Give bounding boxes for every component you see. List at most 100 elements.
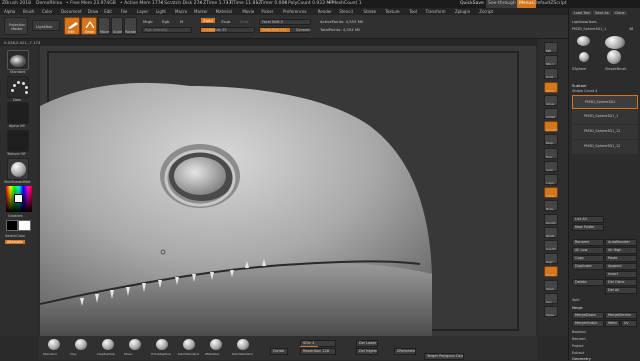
shelf-transp-button[interactable]: Transp xyxy=(544,266,558,278)
remesh-header[interactable]: Remesh xyxy=(572,337,586,341)
delete-button[interactable]: Delete xyxy=(572,279,604,286)
zsub-button[interactable]: Zsub xyxy=(221,19,230,24)
insert-button[interactable]: Insert xyxy=(605,271,637,278)
menu-file[interactable]: File xyxy=(121,8,128,15)
rgb-intensity-slider[interactable]: Rgb Intensity xyxy=(142,27,192,33)
focal-shift-slider[interactable]: Focal Shift 0 xyxy=(259,19,311,25)
menu-light[interactable]: Light xyxy=(156,8,166,15)
append-button[interactable]: Append xyxy=(605,263,637,270)
mrgb-button[interactable]: Mrgb xyxy=(143,19,153,24)
shelf-persp-button[interactable]: Persp xyxy=(544,134,558,146)
brush-trimadaptive-button[interactable]: TrimAdaptive xyxy=(150,337,174,359)
merge-similar-button[interactable]: MergeSimilar xyxy=(605,312,637,319)
brush-damstandard-button[interactable]: DamStandard xyxy=(231,337,255,359)
duplicate-button[interactable]: Duplicate xyxy=(572,263,604,270)
merge-header[interactable]: Merge xyxy=(572,306,583,310)
split-header[interactable]: Split xyxy=(572,298,580,302)
menu-zscript[interactable]: Zscript xyxy=(479,8,493,15)
shelf-l-sym-button[interactable]: L.Sym xyxy=(544,174,558,185)
copy-button[interactable]: Copy xyxy=(572,255,604,262)
shelf-solo-button[interactable]: Solo xyxy=(544,292,558,304)
del-lower-button[interactable]: Del Lower xyxy=(356,340,378,347)
main-color-swatch[interactable] xyxy=(6,220,18,231)
move-button[interactable]: Move xyxy=(98,17,110,35)
brush-claybuildup-button[interactable]: ClayBuildup xyxy=(96,337,120,359)
gradient-toggle[interactable]: Gradient xyxy=(8,214,23,218)
menu-macro[interactable]: Macro xyxy=(175,8,187,15)
shelf-floor-button[interactable]: Floor xyxy=(544,147,558,159)
all-high-button[interactable]: All High xyxy=(605,247,637,254)
shelf-bpr-button[interactable]: BPR xyxy=(544,42,558,53)
all-low-button[interactable]: All Low xyxy=(572,247,604,254)
menu-document[interactable]: Document xyxy=(61,8,82,15)
alternate-button[interactable]: Alternate xyxy=(5,240,25,244)
shelf-actual-button[interactable]: Actual xyxy=(544,94,558,106)
projection-master-button[interactable]: Projection Master xyxy=(4,17,28,35)
target-polygons-slider[interactable]: Target Polygons Count 2 xyxy=(424,353,464,360)
menu-movie[interactable]: Movie xyxy=(242,8,254,15)
subtool-item[interactable]: PM3D_Sphere3D1_12 xyxy=(572,125,638,139)
shelf-polyf-button[interactable]: PolyF xyxy=(544,253,558,265)
shelf-aahalf-button[interactable]: AAHalf xyxy=(544,108,558,119)
menu-edit[interactable]: Edit xyxy=(104,8,112,15)
menu-stencil[interactable]: Stencil xyxy=(339,8,353,15)
menu-texture[interactable]: Texture xyxy=(385,8,400,15)
zcut-button[interactable]: Zcut xyxy=(240,19,249,24)
rotate-button[interactable]: Rotate xyxy=(124,17,137,35)
viewport-canvas[interactable] xyxy=(40,46,536,336)
menu-layer[interactable]: Layer xyxy=(137,8,148,15)
brush-selector[interactable] xyxy=(7,50,29,70)
boolean-header[interactable]: Boolean xyxy=(572,330,586,334)
shelf-dynamic-button[interactable]: Dynamic xyxy=(544,121,558,133)
shelf-zoomd-button[interactable]: ZoomD xyxy=(544,213,558,225)
scale-button[interactable]: Scale xyxy=(111,17,123,35)
clone-button[interactable]: Clone xyxy=(613,11,627,15)
switch-color-button[interactable]: SwitchColor xyxy=(5,234,25,238)
menu-stroke[interactable]: Stroke xyxy=(363,8,376,15)
texture-selector[interactable] xyxy=(7,130,29,152)
shelf-move-button[interactable]: Move xyxy=(544,200,558,212)
shelf-line-fill-button[interactable]: Line Fill xyxy=(544,240,558,251)
brush-damstandard-button[interactable]: DamStandard xyxy=(177,337,201,359)
shelf-zoom-button[interactable]: Zoom xyxy=(544,81,558,93)
shelf-xpose-button[interactable]: Xpose xyxy=(544,306,558,317)
shelf-local-button[interactable]: Local xyxy=(544,160,558,172)
geometry-header[interactable]: Geometry xyxy=(572,356,591,361)
del-all-button[interactable]: Del All xyxy=(605,287,637,294)
project-header[interactable]: Project xyxy=(572,344,584,348)
subtool-item-active[interactable]: PM3D_Sphere3D1 xyxy=(572,95,638,109)
del-other-button[interactable]: Del Other xyxy=(605,279,637,286)
menu-zplugin[interactable]: Zplugin xyxy=(455,8,470,15)
dynamesh-resolution-slider[interactable]: Resolution 128 xyxy=(300,348,336,355)
brush-move-button[interactable]: Move xyxy=(123,337,147,359)
tool-thumb-icon[interactable] xyxy=(605,36,625,49)
merge-visible-button[interactable]: MergeVisible xyxy=(572,320,604,327)
menu-color[interactable]: Color xyxy=(42,8,52,15)
save-as-button[interactable]: Save As xyxy=(593,11,611,15)
material-selector[interactable] xyxy=(7,158,29,180)
menus-toggle[interactable]: Menus xyxy=(517,0,536,8)
brush-clay-button[interactable]: Clay xyxy=(69,337,93,359)
shelf-scroll-button[interactable]: Scroll xyxy=(544,68,558,80)
list-all-button[interactable]: List All xyxy=(572,216,604,223)
z-intensity-slider[interactable]: Z Intensity 25 xyxy=(200,27,255,33)
uv-button[interactable]: Uv xyxy=(621,320,637,327)
dynamic-toggle[interactable]: Dynamic xyxy=(296,28,311,32)
tool-thumb-icon[interactable] xyxy=(607,50,621,64)
subtool-header[interactable]: Subtool xyxy=(572,83,586,88)
secondary-color-swatch[interactable] xyxy=(18,220,31,231)
alpha-selector[interactable] xyxy=(7,102,29,124)
default-zscript[interactable]: DefaultZScript xyxy=(534,0,567,8)
autoreorder-button[interactable]: AutoReorder xyxy=(605,239,637,246)
draw-button[interactable]: Draw xyxy=(81,17,97,35)
subtool-item[interactable]: PM3D_Sphere3D1_12 xyxy=(572,140,638,154)
shelf-rotate-button[interactable]: Rotate xyxy=(544,226,558,238)
menu-picker[interactable]: Picker xyxy=(261,8,273,15)
brush-standard-button[interactable]: Standard xyxy=(42,337,66,359)
divide-button[interactable]: Divide xyxy=(270,348,288,355)
m-button[interactable]: M xyxy=(180,19,183,24)
tool-thumb-icon[interactable] xyxy=(579,52,589,62)
merge-down-button[interactable]: MergeDown xyxy=(572,312,604,319)
menu-preferences[interactable]: Preferences xyxy=(283,8,307,15)
load-tool-button[interactable]: Load Tool xyxy=(572,11,592,15)
